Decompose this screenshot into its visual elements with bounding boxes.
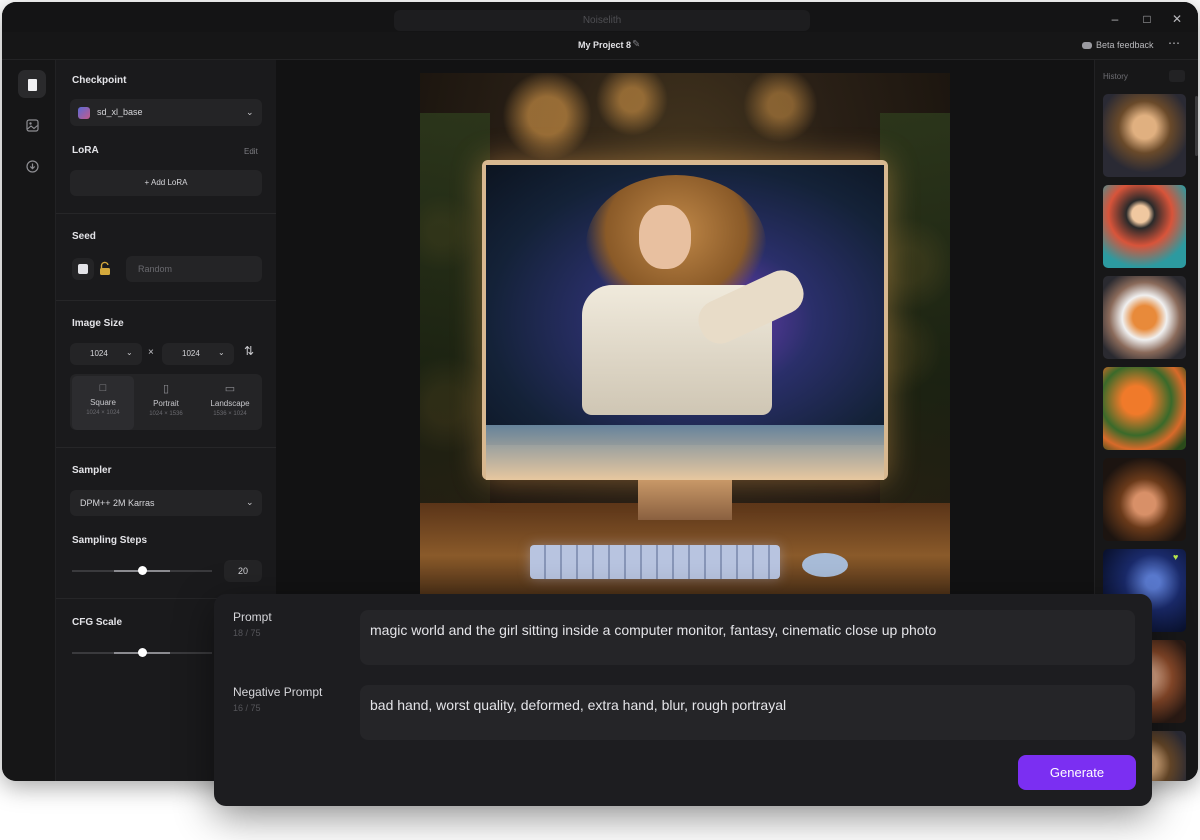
seed-input[interactable]: Random xyxy=(126,256,262,282)
image-size-label: Image Size xyxy=(72,318,124,329)
preset-portrait[interactable]: ▯ Portrait 1024 × 1536 xyxy=(134,376,198,430)
preset-size: 1024 × 1024 xyxy=(86,410,120,416)
negative-prompt-input[interactable]: bad hand, worst quality, deformed, extra… xyxy=(360,685,1135,740)
divider xyxy=(56,213,276,214)
slider-knob[interactable] xyxy=(138,566,147,575)
monitor-screen xyxy=(486,165,884,445)
app-title-bar[interactable]: Noiselith xyxy=(394,10,810,31)
sampling-steps-value: 20 xyxy=(237,566,248,576)
model-thumbnail xyxy=(78,107,90,119)
preset-landscape[interactable]: ▭ Landscape 1536 × 1024 xyxy=(198,376,262,430)
width-select[interactable]: 1024 ⌄ xyxy=(70,343,142,365)
pencil-icon[interactable]: ✎ xyxy=(632,39,640,50)
chevron-down-icon: ⌄ xyxy=(246,107,254,117)
girl-face xyxy=(639,205,691,269)
history-scrollbar[interactable] xyxy=(1195,96,1198,156)
negative-prompt-text: bad hand, worst quality, deformed, extra… xyxy=(370,697,787,713)
prompt-panel: Prompt 18 / 75 magic world and the girl … xyxy=(214,594,1152,806)
sampler-value: DPM++ 2M Karras xyxy=(80,498,155,508)
discord-icon xyxy=(1082,42,1092,50)
checkpoint-label: Checkpoint xyxy=(72,75,127,86)
beta-feedback-label: Beta feedback xyxy=(1096,40,1154,50)
plants-left xyxy=(420,113,490,563)
divider xyxy=(56,447,276,448)
history-toggle-icon[interactable] xyxy=(1169,70,1185,82)
toolbar: My Project 8 ✎ Beta feedback ⋯ xyxy=(2,32,1198,60)
prompt-input[interactable]: magic world and the girl sitting inside … xyxy=(360,610,1135,665)
prompt-count: 18 / 75 xyxy=(233,628,261,638)
chevron-down-icon: ⌄ xyxy=(126,348,133,357)
preset-size: 1024 × 1536 xyxy=(149,411,183,417)
preset-square[interactable]: □ Square 1024 × 1024 xyxy=(72,376,134,430)
history-thumbnail[interactable] xyxy=(1103,94,1186,177)
history-thumbnail[interactable] xyxy=(1103,367,1186,450)
sampler-select[interactable]: DPM++ 2M Karras ⌄ xyxy=(70,490,262,516)
checkpoint-select[interactable]: sd_xl_base ⌄ xyxy=(70,99,262,126)
preset-name: Portrait xyxy=(153,399,179,408)
generate-button[interactable]: Generate xyxy=(1018,755,1136,790)
prompt-text: magic world and the girl sitting inside … xyxy=(370,622,937,638)
sampling-steps-label: Sampling Steps xyxy=(72,535,148,546)
times-sign: × xyxy=(148,347,154,358)
history-thumbnail[interactable] xyxy=(1103,458,1186,541)
image-icon[interactable] xyxy=(18,111,46,139)
minimize-icon[interactable]: – xyxy=(1106,10,1124,28)
icon-rail xyxy=(2,60,56,781)
divider xyxy=(56,300,276,301)
square-icon: □ xyxy=(99,382,107,394)
cfg-scale-label: CFG Scale xyxy=(72,617,123,628)
width-value: 1024 xyxy=(90,349,108,358)
prompt-label: Prompt xyxy=(233,610,272,624)
preset-size: 1536 × 1024 xyxy=(213,411,247,417)
dice-button[interactable] xyxy=(72,258,94,280)
sampler-label: Sampler xyxy=(72,465,112,476)
chevron-down-icon: ⌄ xyxy=(218,348,225,357)
swap-dimensions-icon[interactable]: ⇅ xyxy=(244,344,254,358)
monitor-stand xyxy=(638,480,732,520)
girl-legs xyxy=(486,425,884,480)
chevron-down-icon: ⌄ xyxy=(246,497,254,507)
mouse xyxy=(802,553,848,577)
more-options-icon[interactable]: ⋯ xyxy=(1168,36,1180,50)
maximize-icon[interactable]: □ xyxy=(1138,10,1156,28)
portrait-icon: ▯ xyxy=(162,383,170,395)
negative-prompt-count: 16 / 75 xyxy=(233,703,261,713)
lock-icon[interactable] xyxy=(98,261,112,277)
preset-name: Landscape xyxy=(210,399,250,408)
landscape-icon: ▭ xyxy=(224,383,236,395)
add-lora-button[interactable]: + Add LoRA xyxy=(70,170,262,196)
lora-edit-button[interactable]: Edit xyxy=(244,147,258,156)
history-thumbnail[interactable] xyxy=(1103,185,1186,268)
history-thumbnail[interactable] xyxy=(1103,276,1186,359)
generated-image[interactable] xyxy=(420,73,950,608)
negative-prompt-label: Negative Prompt xyxy=(233,685,323,699)
checkpoint-value: sd_xl_base xyxy=(97,107,143,117)
project-title[interactable]: My Project 8 xyxy=(578,40,631,50)
history-label: History xyxy=(1103,72,1128,81)
beta-feedback-button[interactable]: Beta feedback xyxy=(1082,40,1154,50)
slider-knob[interactable] xyxy=(138,648,147,657)
height-value: 1024 xyxy=(182,349,200,358)
close-icon[interactable]: ✕ xyxy=(1168,10,1186,28)
document-icon[interactable] xyxy=(18,70,46,98)
lora-label: LoRA xyxy=(72,145,99,156)
seed-label: Seed xyxy=(72,231,96,242)
download-icon[interactable] xyxy=(18,152,46,180)
dice-icon xyxy=(78,264,88,274)
heart-icon[interactable]: ♥ xyxy=(1173,552,1178,562)
add-lora-label: + Add LoRA xyxy=(144,178,188,187)
keyboard xyxy=(530,545,780,579)
sampling-steps-input[interactable]: 20 xyxy=(224,560,262,582)
preset-name: Square xyxy=(90,398,116,407)
title-bar: Noiselith – □ ✕ xyxy=(2,2,1198,32)
plants-right xyxy=(880,113,950,563)
height-select[interactable]: 1024 ⌄ xyxy=(162,343,234,365)
seed-placeholder: Random xyxy=(138,264,173,274)
